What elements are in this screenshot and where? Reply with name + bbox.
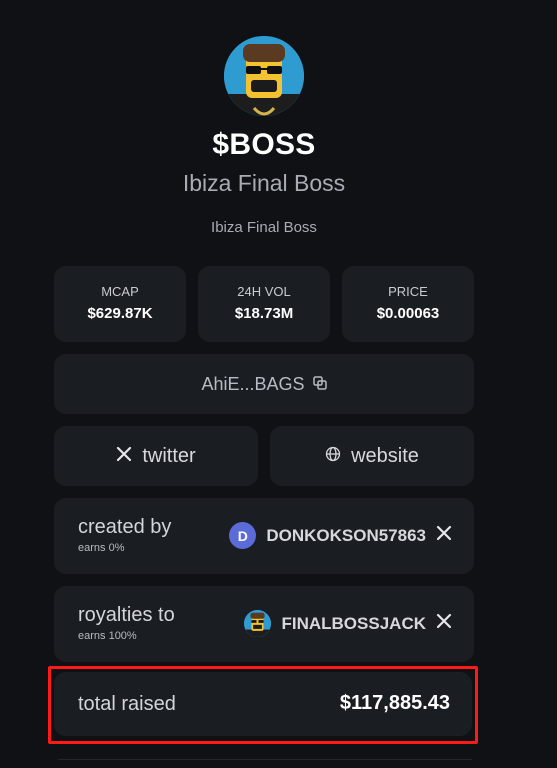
website-label: website <box>351 444 419 467</box>
x-icon[interactable] <box>436 525 452 546</box>
stat-label: 24H VOL <box>237 284 291 299</box>
stat-value: $0.00063 <box>376 305 440 322</box>
stat-label: MCAP <box>101 284 139 299</box>
royalties-label: royalties to <box>78 604 175 626</box>
twitter-label: twitter <box>142 444 196 467</box>
stat-value: $629.87K <box>87 305 153 322</box>
royalties-row: royalties to earns 100% FINALBOSSJACK <box>54 586 474 662</box>
royalties-earns: earns 100% <box>78 630 137 642</box>
creator-username[interactable]: DONKOKSON57863 <box>266 526 426 546</box>
x-icon <box>116 445 132 468</box>
stat-card-price: PRICE $0.00063 <box>342 266 474 342</box>
contract-address-button[interactable]: AhiE...BAGS <box>54 354 474 414</box>
royalties-avatar <box>244 610 272 637</box>
token-avatar <box>224 36 304 116</box>
contract-address: AhiE...BAGS <box>201 373 305 394</box>
divider <box>58 759 472 760</box>
total-raised-row: total raised $117,885.43 <box>54 672 472 736</box>
creator-label: created by <box>78 516 172 538</box>
token-symbol: $BOSS <box>212 128 316 161</box>
stat-card-volume: 24H VOL $18.73M <box>198 266 330 342</box>
globe-icon <box>325 445 341 468</box>
stat-value: $18.73M <box>234 305 294 322</box>
x-icon[interactable] <box>436 613 452 634</box>
royalties-username[interactable]: FINALBOSSJACK <box>281 614 426 634</box>
stat-card-mcap: MCAP $629.87K <box>54 266 186 342</box>
total-raised-label: total raised <box>78 693 176 715</box>
stat-label: PRICE <box>388 284 428 299</box>
creator-avatar: D <box>229 522 257 549</box>
creator-row: created by earns 0% D DONKOKSON57863 <box>54 498 474 574</box>
copy-icon[interactable] <box>312 374 327 395</box>
twitter-link[interactable]: twitter <box>54 426 258 486</box>
token-name: Ibiza Final Boss <box>182 170 346 196</box>
website-link[interactable]: website <box>270 426 474 486</box>
token-description: Ibiza Final Boss <box>211 219 317 236</box>
total-raised-value: $117,885.43 <box>339 692 450 714</box>
creator-earns: earns 0% <box>78 542 125 554</box>
